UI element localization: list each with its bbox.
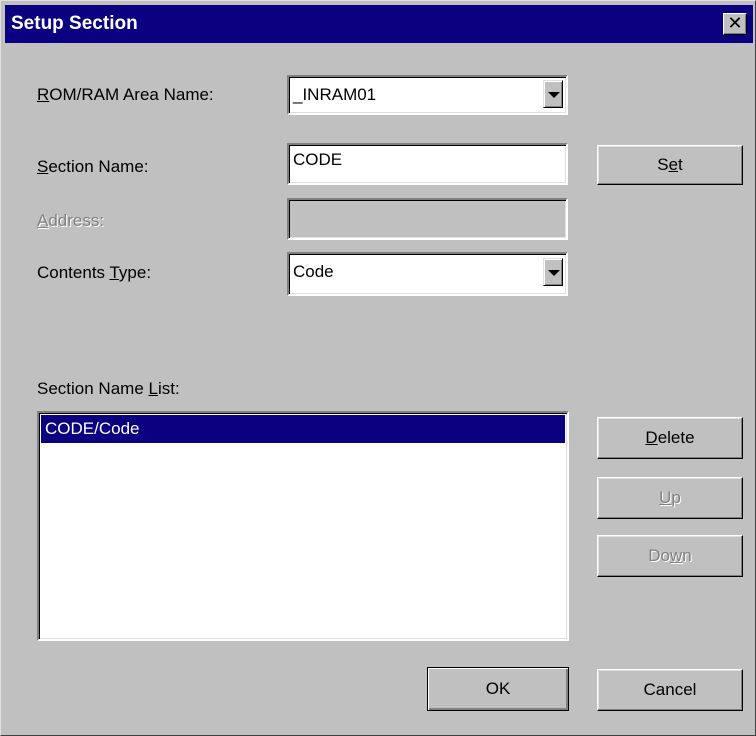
down-button: Down xyxy=(597,535,743,577)
rom-ram-area-label: ROM/RAM Area Name: xyxy=(37,85,214,104)
address-input xyxy=(287,198,568,240)
close-icon[interactable]: ✕ xyxy=(723,13,747,35)
setup-section-dialog: Setup Section ✕ ROM/RAM Area Name: _INRA… xyxy=(0,0,756,736)
rom-ram-area-select[interactable]: _INRAM01 xyxy=(287,75,568,115)
section-name-value: CODE xyxy=(293,150,343,169)
up-button: Up xyxy=(597,477,743,519)
chevron-down-icon[interactable] xyxy=(543,80,563,108)
set-button[interactable]: Set xyxy=(597,145,743,185)
section-name-list[interactable]: CODE/Code xyxy=(37,411,569,641)
section-name-label: Section Name: xyxy=(37,157,149,176)
address-label: Address: xyxy=(37,211,105,230)
dialog-title: Setup Section xyxy=(11,13,138,34)
contents-type-value: Code xyxy=(293,262,334,281)
list-item[interactable]: CODE/Code xyxy=(41,415,565,443)
cancel-button[interactable]: Cancel xyxy=(597,669,743,711)
chevron-down-icon[interactable] xyxy=(543,258,563,286)
title-bar: Setup Section ✕ xyxy=(5,5,753,43)
contents-type-select[interactable]: Code xyxy=(287,252,568,296)
ok-button[interactable]: OK xyxy=(427,667,569,711)
section-name-list-label: Section Name List: xyxy=(37,379,180,398)
rom-ram-area-value: _INRAM01 xyxy=(293,85,377,104)
contents-type-label: Contents Type: xyxy=(37,263,152,282)
section-name-input[interactable]: CODE xyxy=(287,143,568,185)
delete-button[interactable]: Delete xyxy=(597,417,743,459)
